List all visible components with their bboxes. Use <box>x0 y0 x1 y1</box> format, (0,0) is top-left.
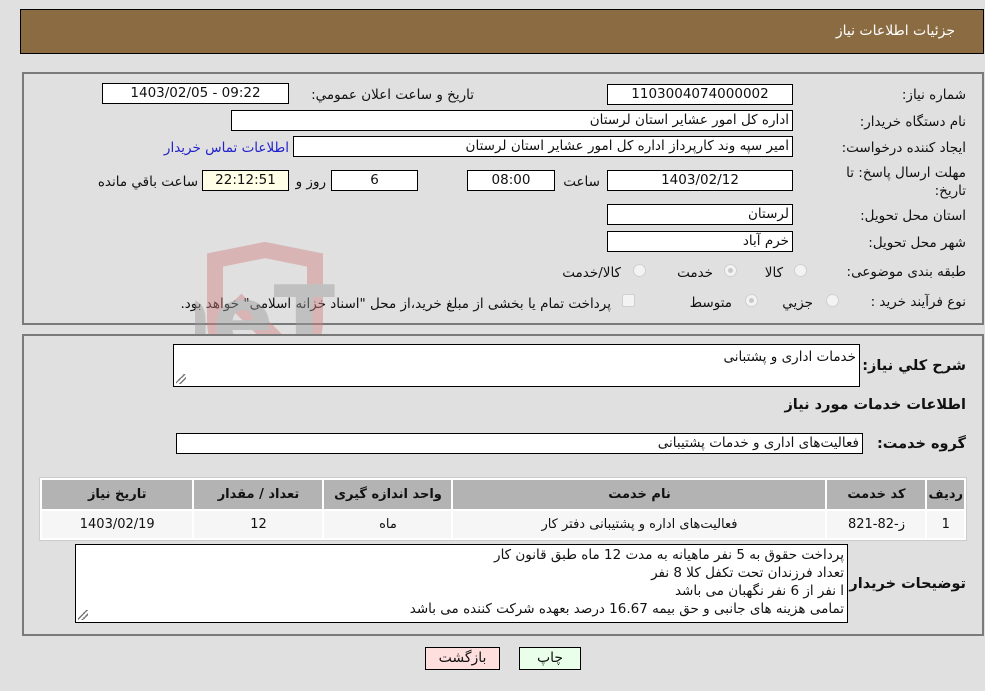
category-radio-service[interactable] <box>724 264 737 277</box>
category-radio-goods[interactable] <box>794 264 807 277</box>
print-button[interactable]: چاپ <box>519 647 581 670</box>
cell-service-name: فعاليت‌های اداره و پشتيبانی دفتر کار <box>453 511 826 538</box>
back-button[interactable]: بازگشت <box>425 647 500 670</box>
cell-need-date: 1403/02/19 <box>42 511 193 538</box>
col-header-row-number: رديف <box>927 480 964 509</box>
col-header-unit: واحد اندازه گيری <box>324 480 452 509</box>
treasury-note: پرداخت تمام يا بخشی از مبلغ خريد،از محل … <box>180 296 611 312</box>
resize-grip-icon[interactable] <box>176 374 186 384</box>
category-label: طبقه بندی موضوعی: <box>846 264 966 280</box>
services-table: رديف کد خدمت نام خدمت واحد اندازه گيری ت… <box>39 477 967 541</box>
need-number-label: شماره نياز: <box>901 87 966 103</box>
remaining-label: ساعت باقي مانده <box>97 174 198 190</box>
remaining-days-field: 6 <box>331 170 418 191</box>
deadline-label: مهلت ارسال پاسخ: تا تاريخ: <box>846 165 966 199</box>
cell-row-number: 1 <box>927 511 964 538</box>
process-radio-minor[interactable] <box>826 294 839 307</box>
creator-field: امير سپه وند کارپرداز اداره کل امور عشاي… <box>293 136 793 157</box>
service-group-label: گروه خدمت: <box>876 436 966 452</box>
summary-text: خدمات اداری و پشتبانی <box>723 349 856 365</box>
buyer-note-line: ا نفر از 6 نفر نگهبان می باشد <box>674 583 844 599</box>
process-label: نوع فرآيند خريد : <box>870 294 966 310</box>
cell-unit: ماه <box>324 511 452 538</box>
province-field: لرستان <box>607 204 793 225</box>
services-info-title: اطلاعات خدمات مورد نياز <box>784 397 966 413</box>
process-option-medium: متوسط <box>689 295 732 311</box>
resize-grip-icon[interactable] <box>78 610 88 620</box>
buyer-contact-link[interactable]: اطلاعات تماس خريدار <box>164 140 289 156</box>
category-radio-goods-service[interactable] <box>633 264 646 277</box>
process-radio-medium[interactable] <box>745 294 758 307</box>
cell-quantity: 12 <box>194 511 323 538</box>
days-label: روز و <box>295 174 326 190</box>
col-header-service-code: کد خدمت <box>827 480 926 509</box>
announce-datetime-field: 1403/02/05 - 09:22 <box>102 83 289 104</box>
deadline-time-field: 08:00 <box>467 170 555 191</box>
need-number-field: 1103004074000002 <box>607 84 793 105</box>
cell-service-code: ز-82-821 <box>827 511 926 538</box>
deadline-time-label: ساعت <box>563 174 600 190</box>
city-field: خرم آباد <box>607 231 793 252</box>
buyer-notes-label: توضيحات خريدار: <box>843 576 966 592</box>
buyer-org-label: نام دستگاه خريدار: <box>859 114 966 130</box>
page-title: جزئيات اطلاعات نياز <box>835 23 955 39</box>
summary-textarea[interactable]: خدمات اداری و پشتبانی <box>173 344 860 387</box>
province-label: استان محل تحويل: <box>860 208 966 224</box>
table-row: 1 ز-82-821 فعاليت‌های اداره و پشتيبانی د… <box>42 511 964 538</box>
creator-label: ايجاد کننده درخواست: <box>841 140 966 156</box>
buyer-note-line: پرداخت حقوق به 5 نفر ماهيانه به مدت 12 م… <box>494 547 844 563</box>
category-option-goods: کالا <box>764 265 783 281</box>
city-label: شهر محل تحويل: <box>868 235 966 251</box>
col-header-quantity: تعداد / مقدار <box>194 480 323 509</box>
remaining-time-field: 22:12:51 <box>202 170 289 191</box>
service-group-field: فعاليت‌های اداری و خدمات پشتيبانی <box>176 433 863 454</box>
col-header-service-name: نام خدمت <box>453 480 826 509</box>
category-option-service: خدمت <box>677 265 713 281</box>
announce-label: تاريخ و ساعت اعلان عمومي: <box>311 87 474 103</box>
buyer-notes-textarea[interactable]: پرداخت حقوق به 5 نفر ماهيانه به مدت 12 م… <box>75 544 848 623</box>
deadline-date-field: 1403/02/12 <box>607 170 793 191</box>
category-option-goods-service: کالا/خدمت <box>562 265 621 281</box>
table-header-row: رديف کد خدمت نام خدمت واحد اندازه گيری ت… <box>42 480 964 509</box>
buyer-org-field: اداره کل امور عشاير استان لرستان <box>231 110 793 131</box>
process-option-minor: جزيي <box>782 295 813 311</box>
buyer-note-line: تعداد فرزندان تحت تکفل کلا 8 نفر <box>651 565 844 581</box>
summary-label: شرح کلي نياز: <box>862 358 966 374</box>
buyer-note-line: تمامی هزينه های جانبی و حق بيمه 16.67 در… <box>409 601 844 617</box>
col-header-need-date: تاريخ نياز <box>42 480 193 509</box>
treasury-checkbox[interactable] <box>622 294 635 307</box>
page-header: جزئيات اطلاعات نياز <box>20 9 984 54</box>
